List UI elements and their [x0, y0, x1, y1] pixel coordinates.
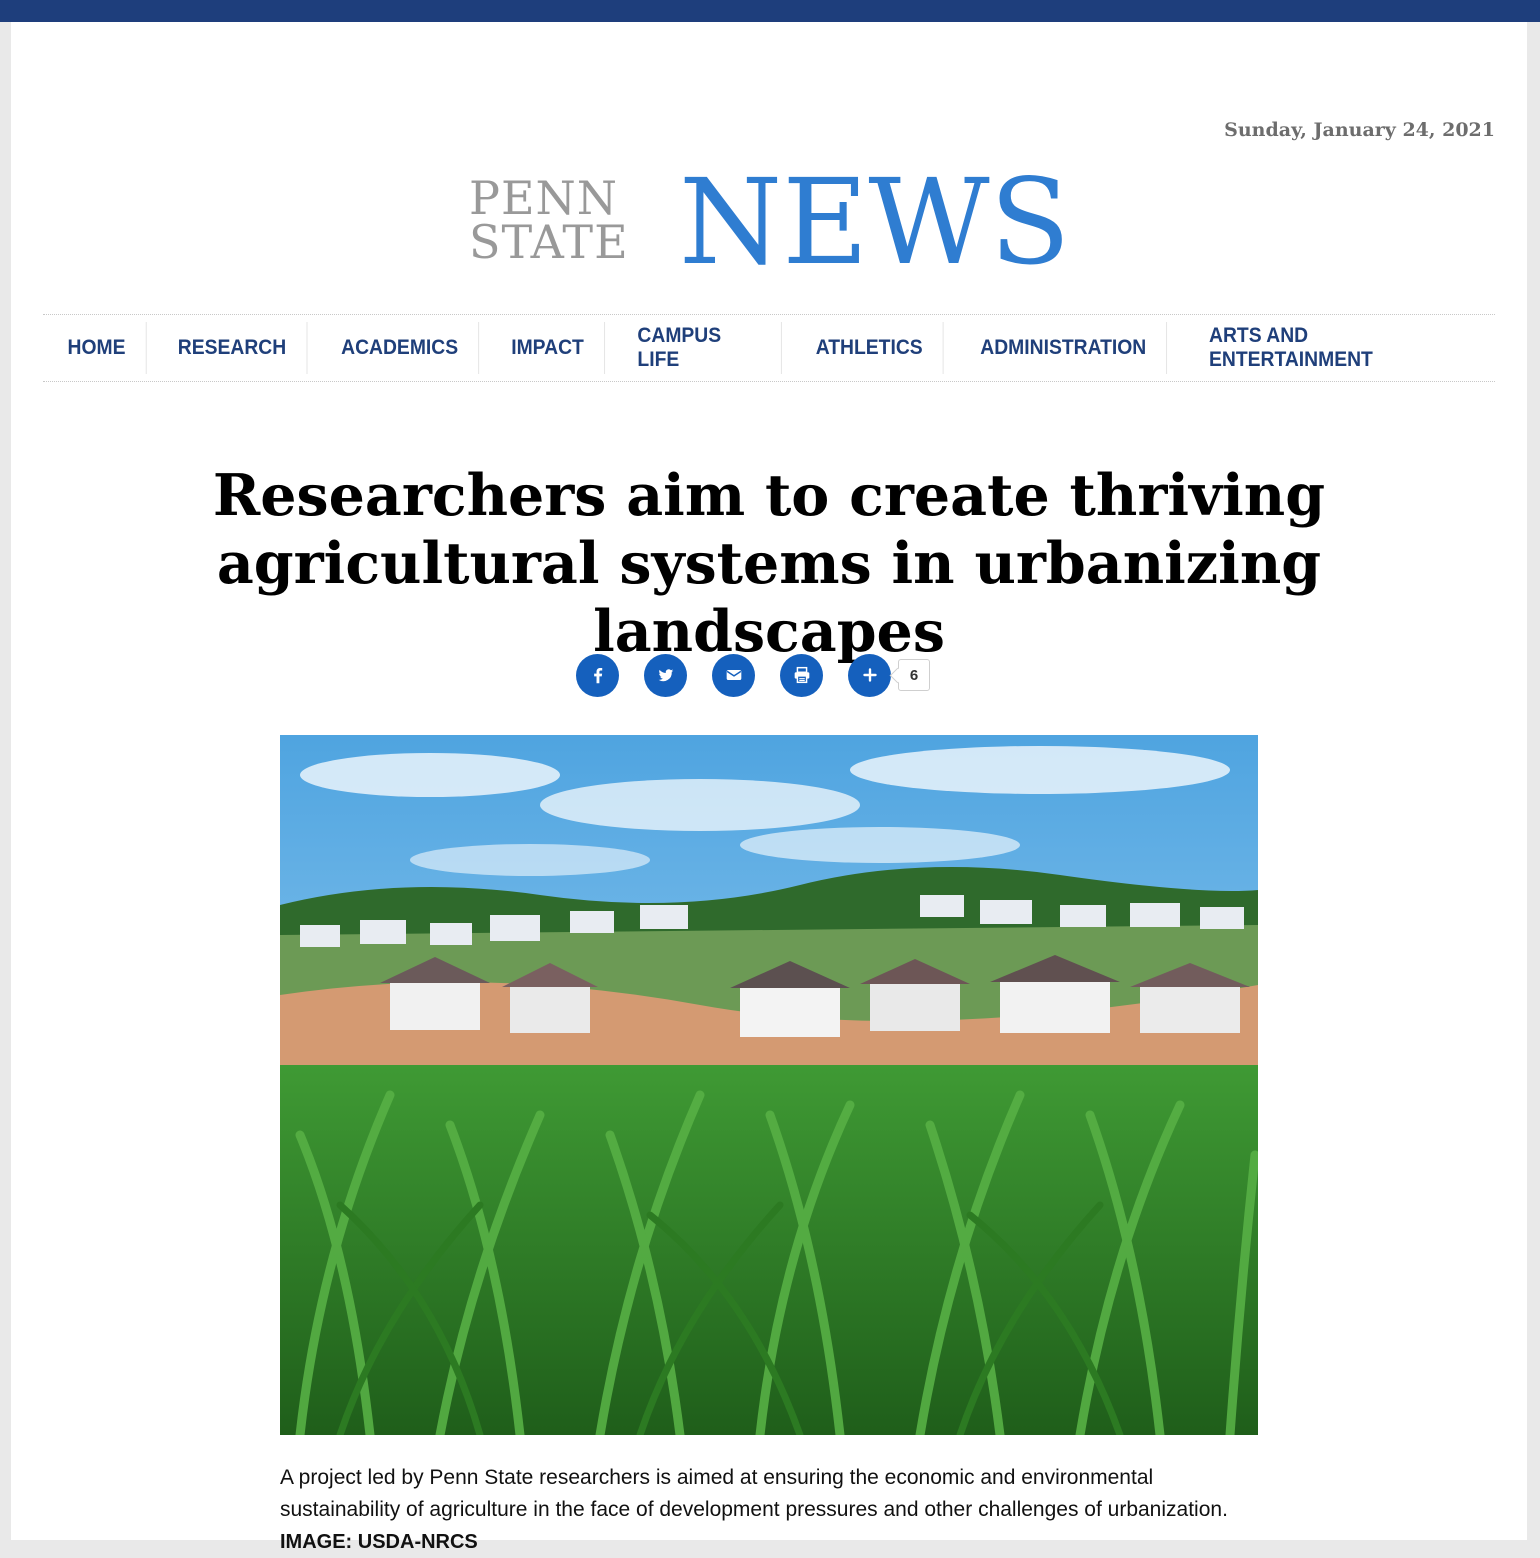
nav-item-home[interactable]: HOME — [47, 322, 147, 374]
logo-news-text: NEWS — [679, 153, 1071, 291]
plus-icon — [862, 668, 877, 682]
current-date: Sunday, January 24, 2021 — [1224, 119, 1495, 141]
print-icon — [794, 666, 809, 684]
article-photo-illustration — [280, 735, 1258, 1435]
penn-state-news-logo[interactable]: PENN STATE NEWS — [469, 162, 1071, 292]
nav-item-athletics[interactable]: ATHLETICS — [796, 322, 945, 374]
main-navigation: HOME RESEARCH ACADEMICS IMPACT CAMPUS LI… — [43, 314, 1495, 382]
caption-text: A project led by Penn State researchers … — [280, 1466, 1228, 1521]
share-count-badge: 6 — [898, 659, 930, 691]
logo-penn-text: PENN — [469, 171, 619, 225]
nav-item-impact[interactable]: IMPACT — [491, 322, 606, 374]
top-brand-bar — [0, 0, 1540, 22]
email-icon — [726, 669, 741, 681]
email-share-button[interactable] — [712, 653, 755, 697]
photo-caption: A project led by Penn State researchers … — [280, 1462, 1258, 1558]
nav-item-academics[interactable]: ACADEMICS — [321, 322, 480, 374]
share-bar: 6 — [576, 653, 930, 697]
article-headline: Researchers aim to create thriving agric… — [212, 462, 1326, 665]
nav-item-research[interactable]: RESEARCH — [158, 322, 308, 374]
logo-wordmark-penn-state: PENN STATE — [469, 171, 669, 269]
photo-credit: IMAGE: USDA-NRCS — [280, 1531, 478, 1553]
nav-item-campus-life[interactable]: CAMPUS LIFE — [617, 322, 783, 374]
facebook-share-button[interactable] — [576, 653, 619, 697]
print-button[interactable] — [780, 653, 823, 697]
nav-item-arts-and-entertainment[interactable]: ARTS AND ENTERTAINMENT — [1189, 322, 1483, 374]
facebook-icon — [593, 667, 602, 684]
logo-state-text: STATE — [469, 215, 629, 269]
article-photo-cornfield-suburb[interactable] — [280, 735, 1258, 1435]
twitter-icon — [658, 669, 673, 682]
twitter-share-button[interactable] — [644, 653, 687, 697]
nav-item-administration[interactable]: ADMINISTRATION — [960, 322, 1167, 374]
more-share-button[interactable] — [848, 653, 891, 697]
page-sheet: Sunday, January 24, 2021 PENN STATE NEWS… — [11, 22, 1527, 1553]
